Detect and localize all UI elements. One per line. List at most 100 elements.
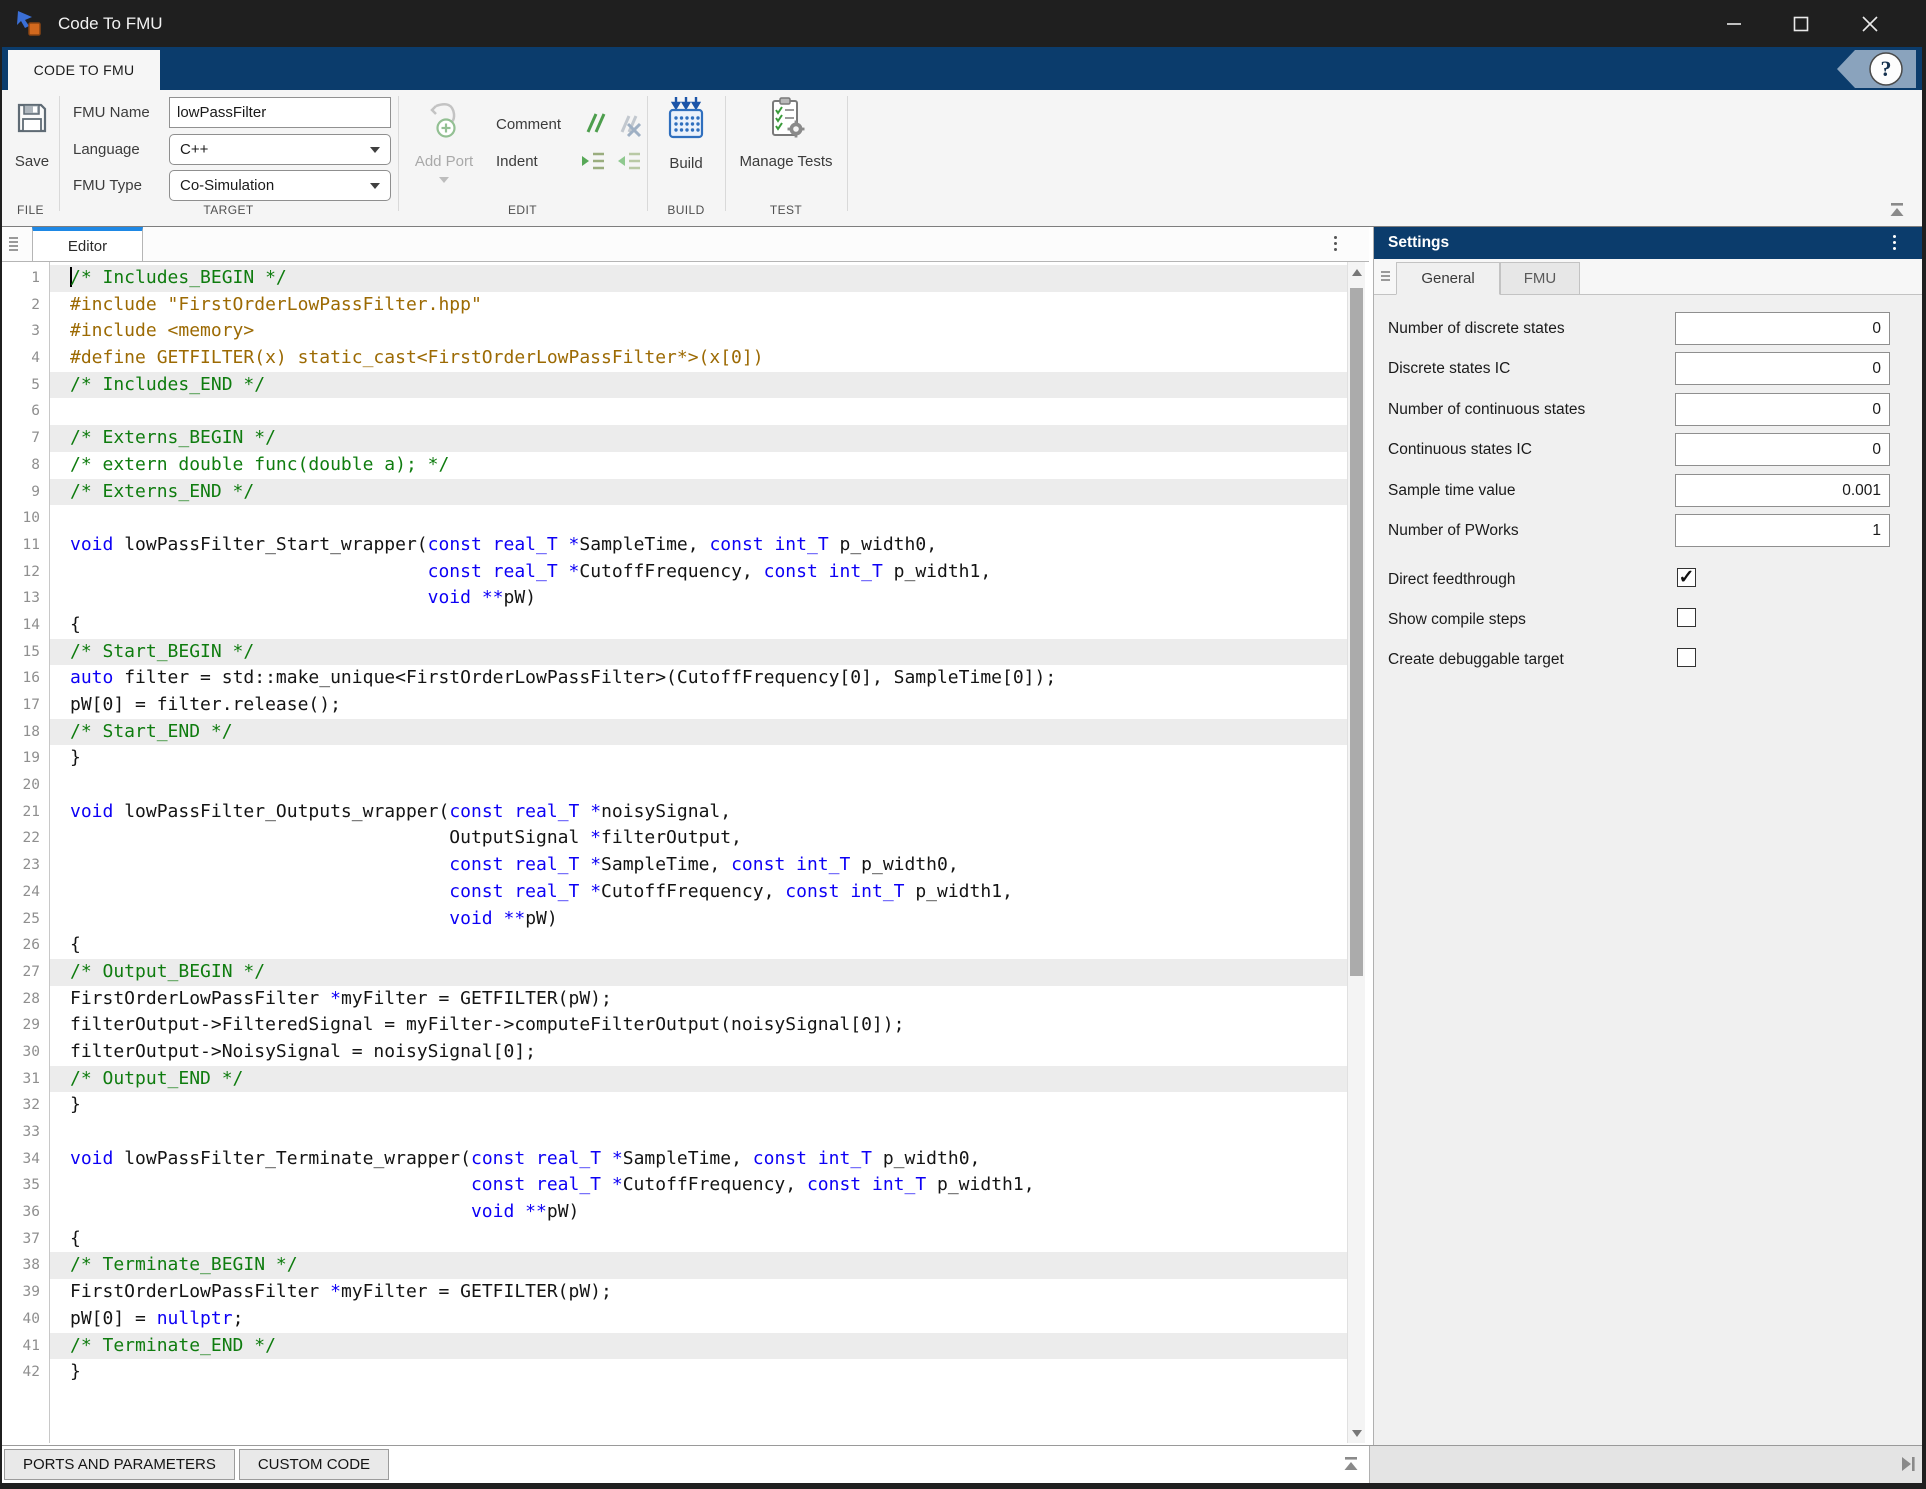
- section-edit: EDIT: [398, 203, 647, 217]
- fmu-name-input[interactable]: [169, 97, 391, 128]
- bottom-tab-ports-and-parameters[interactable]: PORTS AND PARAMETERS: [4, 1449, 235, 1480]
- code-line[interactable]: /* Externs_BEGIN */: [50, 425, 1347, 452]
- comment-icon[interactable]: [580, 110, 606, 141]
- language-select[interactable]: C++: [169, 134, 391, 165]
- code-line[interactable]: pW[0] = nullptr;: [50, 1306, 1347, 1333]
- settings-field-row: Number of PWorks1: [1388, 514, 1924, 547]
- maximize-button[interactable]: [1773, 0, 1829, 47]
- line-number: 3: [2, 318, 49, 345]
- code-line[interactable]: filterOutput->FilteredSignal = myFilter-…: [50, 1012, 1347, 1039]
- code-line[interactable]: const real_T *CutoffFrequency, const int…: [50, 1172, 1347, 1199]
- line-number: 42: [2, 1359, 49, 1386]
- code-line[interactable]: filterOutput->NoisySignal = noisySignal[…: [50, 1039, 1347, 1066]
- collapse-toolbar-icon[interactable]: [1888, 202, 1906, 223]
- code-line[interactable]: FirstOrderLowPassFilter *myFilter = GETF…: [50, 986, 1347, 1013]
- checkbox[interactable]: [1677, 608, 1696, 627]
- code-line[interactable]: const real_T *CutoffFrequency, const int…: [50, 879, 1347, 906]
- code-line[interactable]: /* Externs_END */: [50, 479, 1347, 506]
- code-token: [579, 881, 590, 902]
- panel-grip-icon[interactable]: [9, 237, 18, 251]
- code-line[interactable]: }: [50, 745, 1347, 772]
- code-token: const: [731, 854, 785, 875]
- code-line[interactable]: /* extern double func(double a); */: [50, 452, 1347, 479]
- settings-menu-icon[interactable]: [1893, 235, 1896, 250]
- code-line[interactable]: FirstOrderLowPassFilter *myFilter = GETF…: [50, 1279, 1347, 1306]
- code-line[interactable]: OutputSignal *filterOutput,: [50, 825, 1347, 852]
- line-number: 28: [2, 986, 49, 1013]
- scrollbar-thumb[interactable]: [1350, 288, 1363, 976]
- code-line[interactable]: {: [50, 1226, 1347, 1253]
- toolbar-separator: [847, 96, 848, 211]
- collapse-editor-icon[interactable]: [1342, 1456, 1360, 1477]
- code-line[interactable]: {: [50, 932, 1347, 959]
- field-input[interactable]: 0.001: [1675, 474, 1890, 507]
- code-line[interactable]: const real_T *SampleTime, const int_T p_…: [50, 852, 1347, 879]
- code-line[interactable]: }: [50, 1359, 1347, 1386]
- code-line[interactable]: /* Output_END */: [50, 1066, 1347, 1093]
- code-line[interactable]: #include "FirstOrderLowPassFilter.hpp": [50, 292, 1347, 319]
- expand-right-icon[interactable]: [1900, 1455, 1916, 1478]
- code-line[interactable]: /* Includes_END */: [50, 372, 1347, 399]
- save-button[interactable]: Save: [10, 98, 54, 188]
- code-editor[interactable]: /* Includes_BEGIN */#include "FirstOrder…: [2, 262, 1347, 1443]
- code-line[interactable]: [50, 505, 1347, 532]
- section-test: TEST: [725, 203, 847, 217]
- code-line[interactable]: /* Terminate_BEGIN */: [50, 1252, 1347, 1279]
- bottom-tab-custom-code[interactable]: CUSTOM CODE: [239, 1449, 389, 1480]
- code-line[interactable]: void lowPassFilter_Terminate_wrapper(con…: [50, 1146, 1347, 1173]
- editor-vertical-scrollbar[interactable]: [1347, 262, 1365, 1443]
- tab-editor[interactable]: Editor: [32, 227, 143, 261]
- code-line[interactable]: /* Start_BEGIN */: [50, 639, 1347, 666]
- app-window: Code To FMU CODE TO FMU ?: [0, 0, 1926, 1489]
- scroll-up-icon[interactable]: [1348, 262, 1366, 282]
- code-line[interactable]: auto filter = std::make_unique<FirstOrde…: [50, 665, 1347, 692]
- code-token: noisySignal,: [601, 801, 731, 822]
- settings-tab-fmu[interactable]: FMU: [1500, 262, 1580, 295]
- code-line[interactable]: const real_T *CutoffFrequency, const int…: [50, 559, 1347, 586]
- code-line[interactable]: void lowPassFilter_Outputs_wrapper(const…: [50, 799, 1347, 826]
- code-line[interactable]: /* Start_END */: [50, 719, 1347, 746]
- checkbox[interactable]: ✓: [1677, 568, 1696, 587]
- minimize-button[interactable]: [1706, 0, 1762, 47]
- code-line[interactable]: void lowPassFilter_Start_wrapper(const r…: [50, 532, 1347, 559]
- code-line[interactable]: pW[0] = filter.release();: [50, 692, 1347, 719]
- code-line[interactable]: /* Output_BEGIN */: [50, 959, 1347, 986]
- outdent-icon[interactable]: [616, 148, 642, 179]
- code-line[interactable]: void **pW): [50, 1199, 1347, 1226]
- comment-label: Comment: [496, 116, 561, 133]
- indent-icon[interactable]: [580, 148, 606, 179]
- field-input[interactable]: 1: [1675, 514, 1890, 547]
- help-button[interactable]: ?: [1837, 49, 1917, 89]
- code-token: /* Includes_END */: [70, 374, 265, 395]
- field-input[interactable]: 0: [1675, 312, 1890, 345]
- code-line[interactable]: #define GETFILTER(x) static_cast<FirstOr…: [50, 345, 1347, 372]
- tab-code-to-fmu[interactable]: CODE TO FMU: [8, 50, 160, 90]
- code-line[interactable]: [50, 398, 1347, 425]
- field-input[interactable]: 0: [1675, 393, 1890, 426]
- code-line[interactable]: /* Includes_BEGIN */: [50, 265, 1347, 292]
- code-line[interactable]: }: [50, 1092, 1347, 1119]
- field-input[interactable]: 0: [1675, 352, 1890, 385]
- settings-tab-general[interactable]: General: [1396, 262, 1500, 295]
- fmu-type-select[interactable]: Co-Simulation: [169, 170, 391, 201]
- code-line[interactable]: /* Terminate_END */: [50, 1333, 1347, 1360]
- code-line[interactable]: [50, 772, 1347, 799]
- field-input[interactable]: 0: [1675, 433, 1890, 466]
- editor-menu-icon[interactable]: [1334, 236, 1337, 251]
- close-button[interactable]: [1842, 0, 1898, 47]
- code-line[interactable]: void **pW): [50, 585, 1347, 612]
- code-token: [785, 854, 796, 875]
- code-line[interactable]: #include <memory>: [50, 318, 1347, 345]
- uncomment-icon[interactable]: [616, 112, 642, 143]
- manage-tests-button[interactable]: Manage Tests: [728, 96, 844, 186]
- code-line[interactable]: {: [50, 612, 1347, 639]
- checkbox[interactable]: [1677, 648, 1696, 667]
- code-lines: /* Includes_BEGIN */#include "FirstOrder…: [50, 262, 1347, 1386]
- add-port-button[interactable]: Add Port: [406, 98, 482, 198]
- panel-grip-icon[interactable]: [1381, 271, 1390, 281]
- window-bottom-edge: [2, 1483, 1922, 1489]
- build-button[interactable]: Build: [653, 96, 719, 186]
- scroll-down-icon[interactable]: [1348, 1423, 1366, 1443]
- code-line[interactable]: [50, 1119, 1347, 1146]
- code-line[interactable]: void **pW): [50, 906, 1347, 933]
